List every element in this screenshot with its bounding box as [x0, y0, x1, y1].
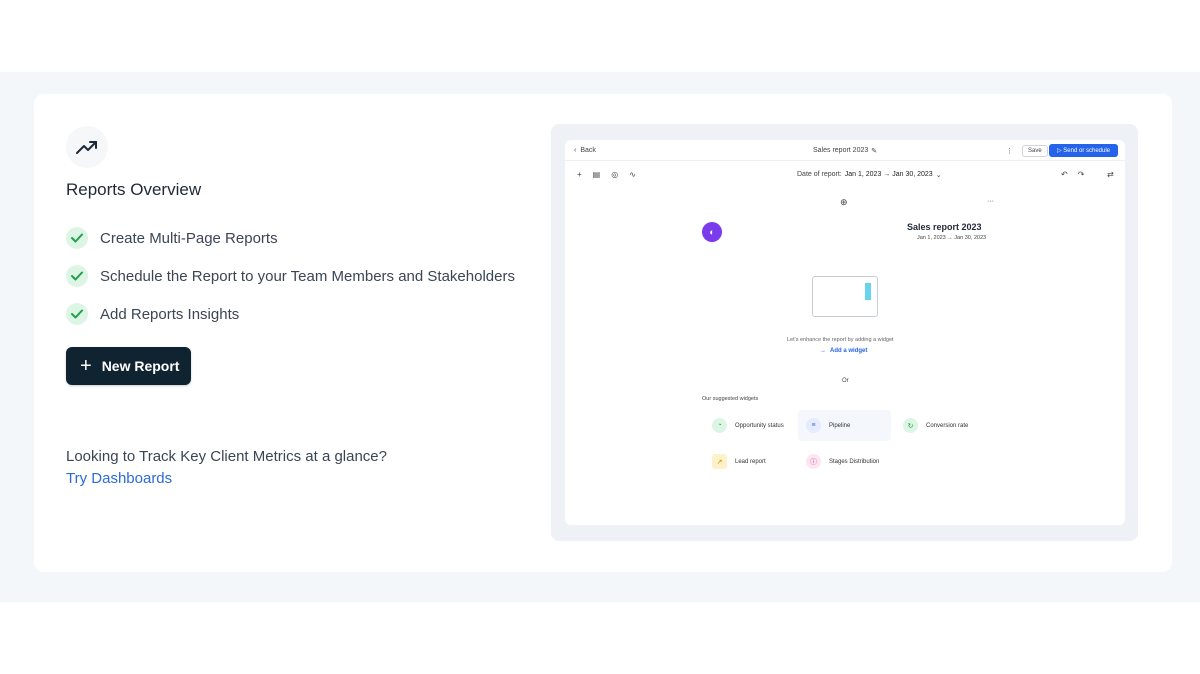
chevron-left-icon: ‹ — [574, 147, 577, 154]
plus-icon[interactable]: + — [577, 170, 582, 179]
funnel-icon: ≡ — [806, 418, 821, 433]
info-icon: ⓘ — [806, 454, 821, 469]
arrow-right-icon: → — [820, 348, 826, 354]
add-widget-link[interactable]: → Add a widget — [820, 348, 867, 354]
new-report-button[interactable]: + New Report — [66, 347, 191, 385]
empty-hint: Let's enhance the report by adding a wid… — [787, 337, 894, 343]
add-circle-icon[interactable]: ⊕ — [840, 197, 848, 208]
suggested-heading: Our suggested widgets — [702, 396, 759, 402]
send-icon: ▷ — [1057, 148, 1062, 154]
redo-icon[interactable]: ↷ — [1078, 170, 1085, 179]
widget-stages-distribution[interactable]: ⓘ Stages Distribution — [798, 446, 891, 477]
pencil-icon: ✎ — [871, 148, 878, 155]
feature-item: Add Reports Insights — [66, 303, 239, 325]
dashboards-question: Looking to Track Key Client Metrics at a… — [66, 448, 387, 465]
back-link[interactable]: ‹ Back — [574, 147, 596, 154]
logo-icon: ◐ — [702, 222, 722, 242]
or-text: Or — [842, 378, 849, 384]
settings-icon[interactable]: ⇄ — [1107, 170, 1114, 179]
feature-label: Schedule the Report to your Team Members… — [100, 267, 515, 285]
undo-icon[interactable]: ↶ — [1061, 170, 1068, 179]
feature-item: Schedule the Report to your Team Members… — [66, 265, 515, 287]
activity-icon[interactable]: ∿ — [629, 170, 636, 179]
chevron-down-icon: ⌄ — [935, 172, 942, 179]
widget-conversion-rate[interactable]: ↻ Conversion rate — [895, 410, 987, 441]
new-report-label: New Report — [101, 358, 180, 374]
page-title: Reports Overview — [66, 180, 202, 199]
bar-icon — [865, 283, 871, 300]
divider — [565, 160, 1125, 161]
more-horizontal-icon[interactable]: ··· — [987, 198, 994, 205]
document-icon[interactable]: ▤ — [593, 170, 601, 179]
preview-doc-title: Sales report 2023 ✎ — [813, 147, 878, 155]
trending-up-icon — [66, 126, 108, 168]
history-controls: ↶ ↷ — [1061, 170, 1084, 179]
report-preview: ‹ Back Sales report 2023 ✎ ⋮ Save ▷ Send… — [565, 140, 1125, 525]
plus-icon: + — [80, 355, 92, 377]
check-icon — [66, 227, 88, 249]
report-dates: Jan 1, 2023 → Jan 30, 2023 — [917, 235, 987, 241]
widget-lead-report[interactable]: ↗ Lead report — [704, 446, 796, 477]
circle-icon[interactable]: ◎ — [611, 170, 618, 179]
check-icon — [66, 265, 88, 287]
feature-label: Create Multi-Page Reports — [100, 229, 278, 247]
send-schedule-button[interactable]: ▷ Send or schedule — [1049, 144, 1118, 157]
check-icon — [66, 303, 88, 325]
date-selector[interactable]: Date of report: Jan 1, 2023 → Jan 30, 20… — [797, 171, 942, 179]
pie-chart-icon: ◔ — [712, 418, 727, 433]
more-vertical-icon[interactable]: ⋮ — [1006, 147, 1013, 155]
widget-pipeline[interactable]: ≡ Pipeline — [798, 410, 891, 441]
widget-opportunity-status[interactable]: ◔ Opportunity status — [704, 410, 796, 441]
refresh-icon: ↻ — [903, 418, 918, 433]
try-dashboards-link[interactable]: Try Dashboards — [66, 470, 172, 487]
feature-label: Add Reports Insights — [100, 305, 240, 323]
feature-item: Create Multi-Page Reports — [66, 227, 278, 249]
save-button[interactable]: Save — [1022, 145, 1048, 157]
empty-widget-illustration — [812, 276, 878, 317]
report-title: Sales report 2023 — [907, 222, 982, 232]
chart-line-icon: ↗ — [712, 454, 727, 469]
toolbar-icons: + ▤ ◎ ∿ — [577, 170, 636, 179]
